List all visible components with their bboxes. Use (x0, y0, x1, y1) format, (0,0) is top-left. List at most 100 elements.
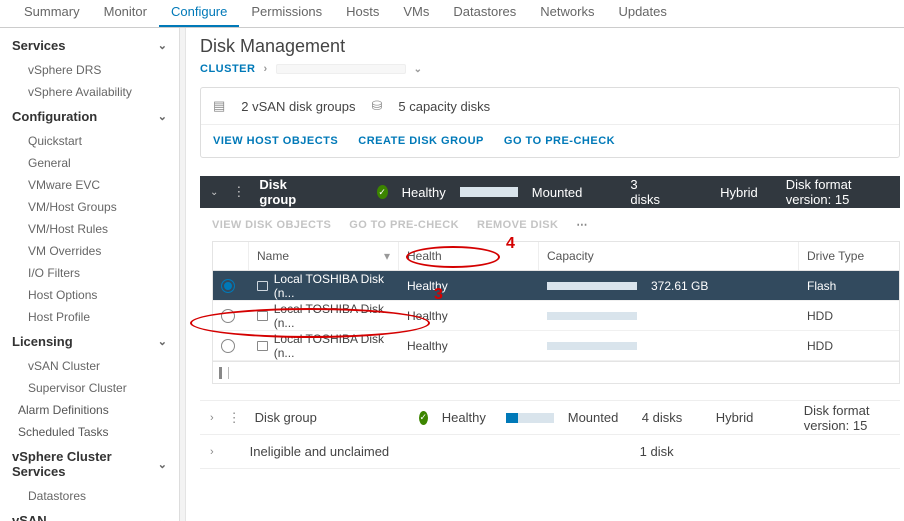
tab-updates[interactable]: Updates (606, 0, 678, 27)
top-tabs: SummaryMonitorConfigurePermissionsHostsV… (0, 0, 904, 28)
column-toggle-icon[interactable] (219, 367, 229, 379)
chevron-right-icon[interactable]: › (210, 446, 214, 458)
band-status: Healthy (402, 185, 446, 200)
nav-vm-overrides[interactable]: VM Overrides (0, 240, 179, 262)
band-disks: 3 disks (630, 177, 662, 207)
action-view-host-objects[interactable]: VIEW HOST OBJECTS (213, 135, 338, 147)
capacity-disks-icon: ⛁ (371, 98, 382, 114)
nav-host-options[interactable]: Host Options (0, 284, 179, 306)
chevron-right-icon[interactable]: › (210, 412, 214, 424)
summary-row[interactable]: ›⋮Disk group✓HealthyMounted4 disksHybrid… (200, 401, 900, 435)
table-row[interactable]: Local TOSHIBA Disk (n...HealthyHDD (213, 331, 899, 361)
drive-type: HDD (807, 309, 833, 323)
summary-disks: 1 disk (640, 444, 700, 459)
status-healthy-icon: ✓ (419, 411, 428, 425)
tab-vms[interactable]: VMs (391, 0, 441, 27)
capacity-disks-count: 5 capacity disks (398, 99, 490, 114)
disk-name: Local TOSHIBA Disk (n... (274, 332, 391, 360)
section-configuration[interactable]: Configuration⌄ (0, 103, 179, 130)
summary-label: Disk group (255, 410, 405, 425)
nav-vsphere-drs[interactable]: vSphere DRS (0, 59, 179, 81)
col-capacity[interactable]: Capacity (539, 242, 799, 270)
more-horizontal-icon[interactable]: ⋯ (576, 218, 587, 231)
nav-vm-host-rules[interactable]: VM/Host Rules (0, 218, 179, 240)
nav-supervisor-cluster[interactable]: Supervisor Cluster (0, 377, 179, 399)
nav-vsphere-availability[interactable]: vSphere Availability (0, 81, 179, 103)
disk-group-expanded-header[interactable]: ⌄ ⋮ Disk group ✓ Healthy Mounted 3 disks… (200, 176, 900, 208)
disk-icon (257, 341, 268, 351)
action-go-to-pre-check[interactable]: GO TO PRE-CHECK (504, 135, 615, 147)
nav-quickstart[interactable]: Quickstart (0, 130, 179, 152)
chevron-down-icon: ⌄ (158, 458, 167, 471)
nav-i-o-filters[interactable]: I/O Filters (0, 262, 179, 284)
table-footer (213, 361, 899, 383)
row-radio[interactable] (221, 309, 235, 323)
table-row[interactable]: Local TOSHIBA Disk (n...Healthy372.61 GB… (213, 271, 899, 301)
chevron-down-icon: ⌄ (158, 514, 167, 521)
panel-action-go-to-pre-check[interactable]: GO TO PRE-CHECK (349, 219, 459, 231)
sort-icon[interactable]: ▾ (384, 249, 390, 263)
table-header-row: Name ▾ Health Capacity Drive Type (213, 241, 899, 271)
nav-vsan-cluster[interactable]: vSAN Cluster (0, 355, 179, 377)
status-healthy-icon: ✓ (377, 185, 388, 199)
info-actions: VIEW HOST OBJECTS CREATE DISK GROUP GO TO … (201, 125, 899, 157)
nav-vm-host-groups[interactable]: VM/Host Groups (0, 196, 179, 218)
capacity-label: 372.61 GB (651, 279, 708, 293)
band-mounted: Mounted (532, 185, 583, 200)
row-radio[interactable] (221, 339, 235, 353)
section-licensing[interactable]: Licensing⌄ (0, 328, 179, 355)
panel-actions: VIEW DISK OBJECTS GO TO PRE-CHECK REMOVE D… (200, 208, 904, 241)
band-format: Disk format version: 15 (786, 177, 890, 207)
breadcrumb-root[interactable]: CLUSTER (200, 63, 255, 75)
summary-rows: ›⋮Disk group✓HealthyMounted4 disksHybrid… (200, 400, 900, 469)
summary-row[interactable]: ›Ineligible and unclaimed1 disk (200, 435, 900, 469)
chevron-down-icon[interactable]: ⌄ (414, 64, 423, 75)
breadcrumb-current[interactable] (276, 64, 406, 74)
action-create-disk-group[interactable]: CREATE DISK GROUP (358, 135, 484, 147)
section-services[interactable]: Services⌄ (0, 32, 179, 59)
chevron-down-icon: ⌄ (158, 110, 167, 123)
tab-hosts[interactable]: Hosts (334, 0, 391, 27)
nav-scheduled-tasks[interactable]: Scheduled Tasks (0, 421, 179, 443)
sidebar: Services⌄vSphere DRSvSphere Availability… (0, 28, 180, 521)
breadcrumb[interactable]: CLUSTER › ⌄ (200, 63, 904, 75)
col-drive[interactable]: Drive Type (799, 242, 899, 270)
tab-permissions[interactable]: Permissions (239, 0, 334, 27)
nav-datastores[interactable]: Datastores (0, 485, 179, 507)
capacity-bar (547, 312, 637, 320)
disk-groups-count: 2 vSAN disk groups (241, 99, 355, 114)
summary-mounted: Mounted (568, 410, 628, 425)
tab-summary[interactable]: Summary (12, 0, 92, 27)
drive-type: HDD (807, 339, 833, 353)
disk-name: Local TOSHIBA Disk (n... (274, 302, 391, 330)
band-progress (460, 187, 518, 197)
disk-table: Name ▾ Health Capacity Drive Type Local … (212, 241, 900, 384)
nav-host-profile[interactable]: Host Profile (0, 306, 179, 328)
page-title: Disk Management (200, 36, 904, 57)
chevron-down-icon[interactable]: ⌄ (210, 187, 218, 198)
tab-networks[interactable]: Networks (528, 0, 606, 27)
disk-health: Healthy (407, 279, 448, 293)
panel-action-view-disk-objects[interactable]: VIEW DISK OBJECTS (212, 219, 331, 231)
tab-configure[interactable]: Configure (159, 0, 239, 27)
col-health[interactable]: Health (399, 242, 539, 270)
drive-type: Flash (807, 279, 836, 293)
col-name[interactable]: Name ▾ (249, 242, 399, 270)
nav-alarm-definitions[interactable]: Alarm Definitions (0, 399, 179, 421)
more-actions-icon[interactable]: ⋮ (232, 184, 245, 200)
more-actions-icon[interactable]: ⋮ (228, 410, 241, 426)
disk-group-icon: ▤ (213, 98, 225, 114)
section-vsan[interactable]: vSAN⌄ (0, 507, 179, 521)
section-vsphere-cluster-services[interactable]: vSphere Cluster Services⌄ (0, 443, 179, 485)
panel-action-remove-disk[interactable]: REMOVE DISK (477, 219, 558, 231)
info-card: ▤ 2 vSAN disk groups ⛁ 5 capacity disks … (200, 87, 900, 158)
disk-icon (257, 281, 268, 291)
table-row[interactable]: Local TOSHIBA Disk (n... Healthy HDD (213, 301, 899, 331)
row-radio[interactable] (221, 279, 235, 293)
disk-health: Healthy (407, 309, 448, 323)
tab-datastores[interactable]: Datastores (441, 0, 528, 27)
nav-vmware-evc[interactable]: VMware EVC (0, 174, 179, 196)
summary-format: Disk format version: 15 (804, 403, 890, 433)
nav-general[interactable]: General (0, 152, 179, 174)
tab-monitor[interactable]: Monitor (92, 0, 159, 27)
